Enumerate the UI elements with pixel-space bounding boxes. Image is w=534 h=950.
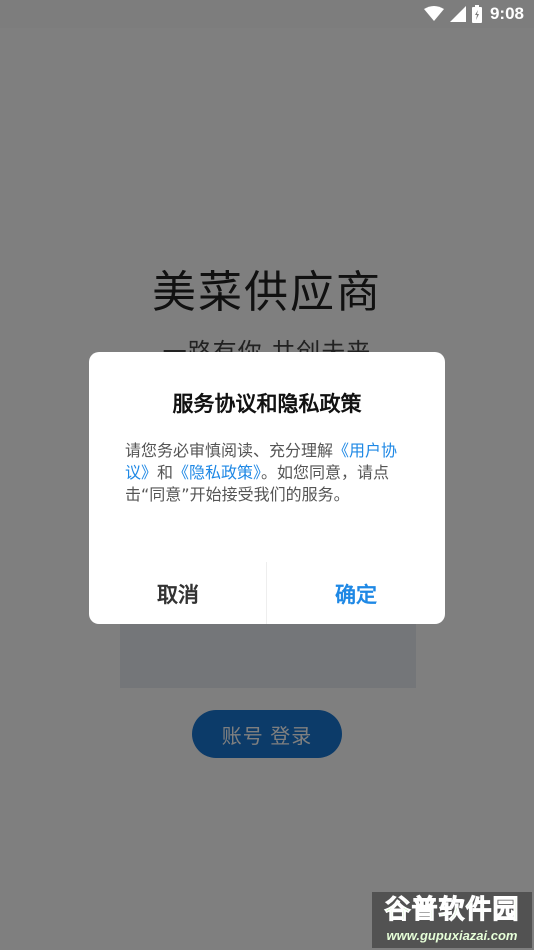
watermark-url: www.gupuxiazai.com: [386, 928, 518, 943]
cancel-button[interactable]: 取消: [89, 564, 267, 624]
signal-icon: [449, 6, 466, 22]
dialog-body: 请您务必审慎阅读、充分理解《用户协议》和《隐私政策》。如您同意，请点击“同意”开…: [125, 440, 409, 506]
status-time: 9:08: [489, 4, 524, 23]
watermark-logo: 谷普软件园 www.gupuxiazai.com: [372, 892, 532, 948]
dialog-body-text: 请您务必审慎阅读、充分理解: [125, 441, 334, 460]
confirm-button[interactable]: 确定: [267, 564, 445, 624]
screen: 9:08 美菜供应商 一路有你 共创未来 账号 登录 服务协议和隐私政策 请您务…: [0, 0, 534, 950]
privacy-policy-link[interactable]: 《隐私政策》: [173, 463, 261, 482]
dialog-title: 服务协议和隐私政策: [172, 392, 362, 416]
wifi-icon: [423, 6, 444, 22]
agreement-dialog: 服务协议和隐私政策 请您务必审慎阅读、充分理解《用户协议》和《隐私政策》。如您同…: [89, 352, 445, 624]
status-bar: 9:08: [0, 0, 534, 28]
dialog-body-and: 和: [157, 463, 174, 482]
battery-icon: [471, 5, 482, 23]
watermark-title: 谷普软件园: [384, 895, 520, 926]
